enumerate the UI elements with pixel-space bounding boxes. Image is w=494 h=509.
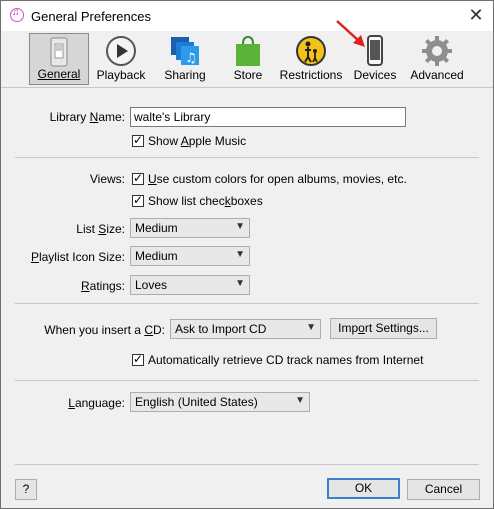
insert-cd-label: When you insert a CD: xyxy=(44,323,165,337)
tab-playback-label: Playback xyxy=(96,68,146,82)
shopping-bag-icon xyxy=(236,35,260,66)
play-icon xyxy=(106,36,136,66)
tab-playback[interactable]: Playback xyxy=(93,33,149,85)
show-apple-music-label: Show Apple Music xyxy=(148,134,247,148)
restrictions-parent-child-icon xyxy=(296,36,326,66)
library-name-input[interactable] xyxy=(130,107,406,127)
chevron-down-icon: ▼ xyxy=(235,278,245,289)
ratings-value: Loves xyxy=(135,278,168,292)
tab-store[interactable]: Store xyxy=(221,33,275,85)
tab-sharing-label: Sharing xyxy=(164,68,206,82)
language-label: Language: xyxy=(68,396,125,410)
cancel-button[interactable]: Cancel xyxy=(407,479,480,500)
views-label: Views: xyxy=(89,172,125,186)
annotation-arrow xyxy=(336,20,365,47)
import-settings-button[interactable]: Import Settings... xyxy=(330,318,437,339)
svg-text:♫: ♫ xyxy=(185,51,197,66)
chevron-down-icon: ▼ xyxy=(295,395,305,406)
tab-sharing[interactable]: ♫ Sharing xyxy=(157,33,213,85)
ratings-select[interactable]: Loves ▼ xyxy=(130,275,250,295)
auto-retrieve-checkbox[interactable] xyxy=(132,352,144,366)
separator xyxy=(15,380,479,381)
title-bar: General Preferences ✕ xyxy=(1,1,493,31)
custom-colors-checkbox[interactable] xyxy=(132,171,144,185)
tab-advanced[interactable]: Advanced xyxy=(407,33,467,85)
playlist-icon-size-value: Medium xyxy=(135,249,178,263)
show-apple-music-checkbox[interactable] xyxy=(132,133,144,147)
list-size-label: List Size: xyxy=(76,222,125,236)
show-list-checkboxes-checkbox[interactable] xyxy=(132,193,144,207)
separator xyxy=(15,157,479,158)
help-button[interactable]: ? xyxy=(15,479,37,500)
gear-icon xyxy=(422,36,452,66)
general-pane: Library Name: Show Apple Music Views: Us… xyxy=(1,88,493,508)
insert-cd-select[interactable]: Ask to Import CD ▼ xyxy=(170,319,321,339)
ok-button[interactable]: OK xyxy=(327,478,400,499)
list-size-value: Medium xyxy=(135,221,178,235)
list-size-select[interactable]: Medium ▼ xyxy=(130,218,250,238)
itunes-app-icon xyxy=(10,7,24,22)
library-name-label: Library Name: xyxy=(49,110,125,124)
tab-general[interactable]: General xyxy=(29,33,89,85)
tab-advanced-label: Advanced xyxy=(410,68,464,82)
window-title: General Preferences xyxy=(31,9,151,24)
playlist-icon-size-label: Playlist Icon Size: xyxy=(30,250,125,264)
tab-store-label: Store xyxy=(233,68,263,82)
preferences-toolbar: General Playback ♫ Sharing Store Restric… xyxy=(1,20,493,88)
ratings-label: Ratings: xyxy=(80,279,125,293)
preferences-window: General Preferences ✕ General Playback xyxy=(0,0,494,509)
tab-general-label: General xyxy=(37,67,81,81)
separator xyxy=(15,303,479,304)
tab-restrictions-label: Restrictions xyxy=(279,68,343,82)
language-value: English (United States) xyxy=(135,395,258,409)
auto-retrieve-label: Automatically retrieve CD track names fr… xyxy=(148,353,424,367)
custom-colors-label: Use custom colors for open albums, movie… xyxy=(148,172,407,186)
chevron-down-icon: ▼ xyxy=(306,322,316,333)
sharing-music-icon: ♫ xyxy=(171,37,199,66)
chevron-down-icon: ▼ xyxy=(235,249,245,260)
tab-devices-label: Devices xyxy=(353,68,397,82)
playlist-icon-size-select[interactable]: Medium ▼ xyxy=(130,246,250,266)
close-button[interactable]: ✕ xyxy=(465,4,487,26)
general-switch-icon xyxy=(50,37,68,67)
language-select[interactable]: English (United States) ▼ xyxy=(130,392,310,412)
insert-cd-value: Ask to Import CD xyxy=(175,322,267,336)
footer-separator xyxy=(15,464,479,465)
show-list-checkboxes-label: Show list checkboxes xyxy=(148,194,263,208)
chevron-down-icon: ▼ xyxy=(235,221,245,232)
